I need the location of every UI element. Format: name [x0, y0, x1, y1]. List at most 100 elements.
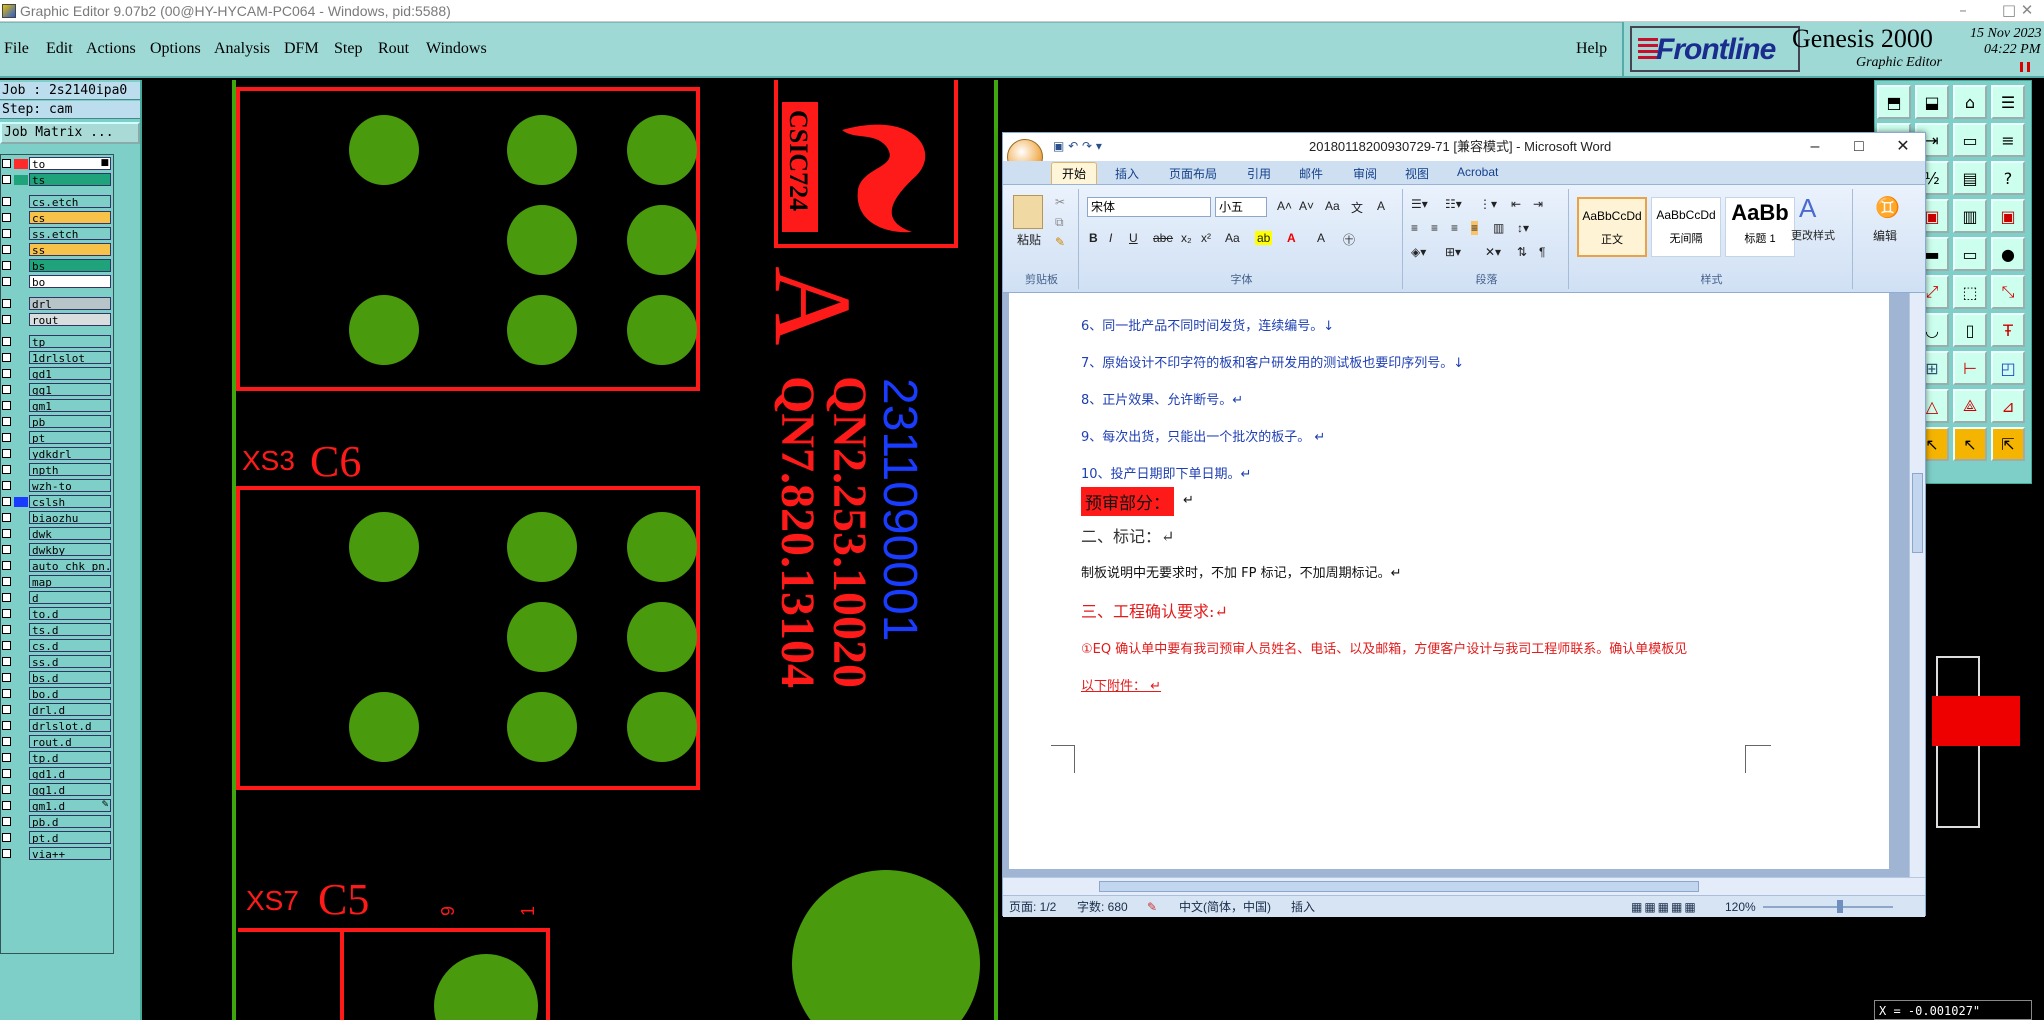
change-case-icon[interactable]: Aa: [1325, 199, 1340, 213]
ruler-icon[interactable]: ▥: [1953, 199, 1987, 233]
layer-checkbox[interactable]: [2, 449, 11, 458]
layer-row-rout[interactable]: rout: [1, 313, 115, 327]
layer-name[interactable]: cs: [29, 211, 111, 224]
tab-insert[interactable]: 插入: [1115, 165, 1139, 182]
chinese-layout-icon[interactable]: ✕▾: [1485, 245, 1501, 259]
status-page[interactable]: 页面: 1/2: [1009, 896, 1056, 918]
menu-analysis[interactable]: Analysis: [214, 40, 270, 58]
proofing-icon[interactable]: ✎: [1147, 896, 1157, 918]
layer-row-ss.etch[interactable]: ss.etch: [1, 227, 115, 241]
stack-icon[interactable]: ≡: [1991, 123, 2025, 157]
layer-name[interactable]: pt: [29, 431, 111, 444]
align-left-icon[interactable]: ≡: [1411, 221, 1418, 235]
paste-icon[interactable]: [1013, 195, 1043, 229]
layer-row-bs.d[interactable]: bs.d: [1, 671, 115, 685]
void-icon[interactable]: ▯: [1953, 313, 1987, 347]
layer-row-1drlslot[interactable]: 1drlslot: [1, 351, 115, 365]
menu-dfm[interactable]: DFM: [284, 40, 319, 58]
layer-name[interactable]: map: [29, 575, 111, 588]
layer-row-pt.d[interactable]: pt.d: [1, 831, 115, 845]
layer-row-map[interactable]: map: [1, 575, 115, 589]
contour-icon[interactable]: ⟁: [1953, 389, 1987, 423]
layer-name[interactable]: drl: [29, 297, 111, 310]
tab-home[interactable]: 开始: [1051, 162, 1098, 184]
menu-help[interactable]: Help: [1576, 40, 1607, 58]
tab-acrobat[interactable]: Acrobat: [1457, 165, 1498, 179]
layer-name[interactable]: drl.d: [29, 703, 111, 716]
zoom-slider[interactable]: [1763, 906, 1893, 908]
layer-name[interactable]: 1drlslot: [29, 351, 111, 364]
sort-icon[interactable]: ⇅: [1517, 245, 1527, 259]
shading-icon[interactable]: ◈▾: [1411, 245, 1426, 259]
underline-button[interactable]: U: [1129, 231, 1138, 245]
layer-row-to.d[interactable]: to.d: [1, 607, 115, 621]
char-border-icon[interactable]: A: [1377, 199, 1385, 213]
view-buttons[interactable]: ▦▦▦▦▦: [1631, 896, 1698, 918]
style-heading1[interactable]: AaBb 标题 1: [1725, 197, 1795, 257]
layer-checkbox[interactable]: [2, 577, 11, 586]
grow-font-icon[interactable]: A˄: [1277, 199, 1292, 213]
dimension-icon[interactable]: ⊢: [1953, 351, 1987, 385]
close-button[interactable]: ✕: [2010, 0, 2044, 22]
bullets-icon[interactable]: ☰▾: [1411, 197, 1428, 211]
pointer-alt-icon[interactable]: ↖: [1953, 427, 1987, 461]
layer-row-ss[interactable]: ss: [1, 243, 115, 257]
menu-file[interactable]: File: [4, 40, 29, 58]
text-icon[interactable]: Ŧ: [1991, 313, 2025, 347]
window-icon[interactable]: ▭: [1953, 237, 1987, 271]
format-painter-icon[interactable]: ✎: [1055, 235, 1065, 249]
layer-name[interactable]: cs.etch: [29, 195, 111, 208]
layer-checkbox[interactable]: [2, 785, 11, 794]
layer-row-bo.d[interactable]: bo.d: [1, 687, 115, 701]
layer-row-ts[interactable]: ts: [1, 173, 115, 187]
layer-color-swatch[interactable]: [14, 159, 28, 169]
layer-checkbox[interactable]: [2, 737, 11, 746]
layer-checkbox[interactable]: [2, 625, 11, 634]
layer-name[interactable]: gm1.d: [29, 799, 111, 812]
menu-step[interactable]: Step: [334, 40, 362, 58]
font-size-box[interactable]: 小五: [1215, 197, 1267, 217]
menu-rout[interactable]: Rout: [378, 40, 409, 58]
layer-row-auto_chk_pn.[interactable]: auto_chk_pn.: [1, 559, 115, 573]
layer-name[interactable]: rout.d: [29, 735, 111, 748]
layer-checkbox[interactable]: [2, 849, 11, 858]
layer-checkbox[interactable]: [2, 657, 11, 666]
layer-name[interactable]: cslsh: [29, 495, 111, 508]
layer-row-drl[interactable]: drl: [1, 297, 115, 311]
layer-checkbox[interactable]: [2, 197, 11, 206]
layer-checkbox[interactable]: [2, 609, 11, 618]
borders-icon[interactable]: ⊞▾: [1445, 245, 1461, 259]
status-insert-mode[interactable]: 插入: [1291, 896, 1315, 918]
layer-name[interactable]: ss.d: [29, 655, 111, 668]
layer-checkbox[interactable]: [2, 705, 11, 714]
layer-name[interactable]: bs.d: [29, 671, 111, 684]
layer-name[interactable]: gg1: [29, 383, 111, 396]
layer-name[interactable]: wzh-to: [29, 479, 111, 492]
pause-icon[interactable]: [2020, 62, 2030, 72]
layer-row-d[interactable]: d: [1, 591, 115, 605]
layer-row-npth[interactable]: npth: [1, 463, 115, 477]
layer-row-tp[interactable]: tp: [1, 335, 115, 349]
layer-color-swatch[interactable]: [14, 175, 28, 185]
tab-page-layout[interactable]: 页面布局: [1169, 165, 1217, 182]
layer-row-bo[interactable]: bo: [1, 275, 115, 289]
layer-checkbox[interactable]: [2, 481, 11, 490]
layer-name[interactable]: rout: [29, 313, 111, 326]
paste-button[interactable]: 粘贴: [1017, 231, 1041, 248]
layer-row-pb[interactable]: pb: [1, 415, 115, 429]
tab-view[interactable]: 视图: [1405, 165, 1429, 182]
vertical-scroll-thumb[interactable]: [1912, 473, 1923, 553]
tab-references[interactable]: 引用: [1247, 165, 1271, 182]
layer-checkbox[interactable]: [2, 673, 11, 682]
numbering-icon[interactable]: ☷▾: [1445, 197, 1462, 211]
job-matrix-button[interactable]: Job Matrix ...: [0, 122, 140, 144]
layer-row-bs[interactable]: bs: [1, 259, 115, 273]
case-button[interactable]: Aa: [1225, 231, 1240, 245]
char-shading-icon[interactable]: A: [1317, 231, 1325, 245]
show-marks-icon[interactable]: ¶: [1539, 245, 1545, 259]
status-zoom[interactable]: 120%: [1725, 896, 1756, 918]
menu-actions[interactable]: Actions: [86, 40, 136, 58]
decrease-indent-icon[interactable]: ⇤: [1511, 197, 1521, 211]
menu-edit[interactable]: Edit: [46, 40, 73, 58]
layer-name[interactable]: to.d: [29, 607, 111, 620]
